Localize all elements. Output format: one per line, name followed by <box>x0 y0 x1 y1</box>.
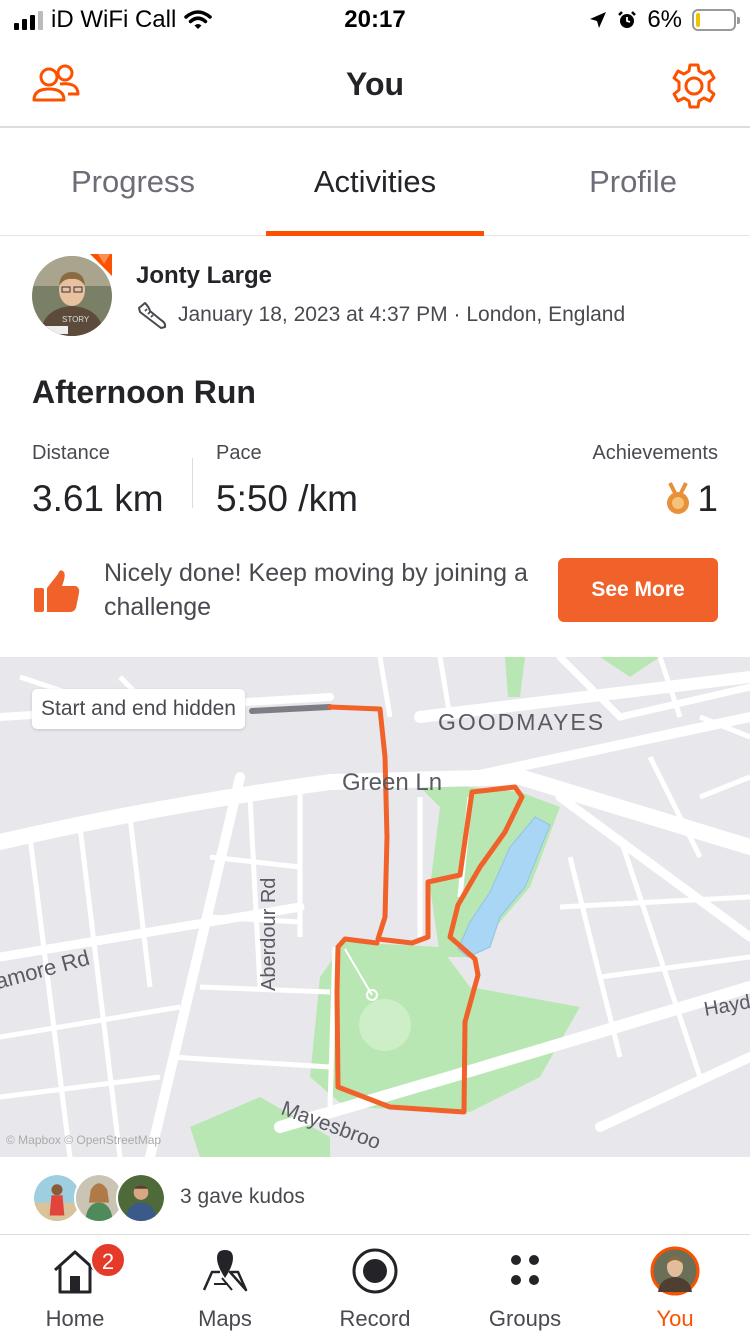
top-header: You <box>0 42 750 128</box>
medal-icon <box>667 482 690 514</box>
tab-progress[interactable]: Progress <box>8 164 258 200</box>
battery-percent: 6% <box>647 6 682 33</box>
map-icon <box>202 1250 248 1292</box>
kudos-count: 3 gave kudos <box>180 1185 305 1208</box>
challenge-prompt: Nicely done! Keep moving by joining a ch… <box>104 559 528 621</box>
activity-date-location: January 18, 2023 at 4:37 PM · London, En… <box>178 303 626 326</box>
nav-groups-label: Groups <box>488 1306 562 1331</box>
nav-home[interactable]: 2 Home <box>0 1236 150 1334</box>
gear-icon[interactable] <box>668 62 720 110</box>
pace-label: Pace <box>216 442 262 464</box>
bottom-nav: 2 Home Maps Record Groups You <box>0 1236 750 1334</box>
svg-text:STORY: STORY <box>62 315 90 324</box>
tab-profile[interactable]: Profile <box>508 164 750 200</box>
tab-bar: Progress Activities Profile <box>0 130 750 236</box>
nav-record-label: Record <box>339 1306 411 1331</box>
pace-value: 5:50 /km <box>216 478 358 519</box>
nav-home-label: Home <box>45 1306 105 1331</box>
status-right: 6% <box>589 6 740 34</box>
groups-icon <box>511 1255 539 1285</box>
map-label-green-ln: Green Ln <box>342 769 443 796</box>
location-arrow-icon <box>590 12 607 28</box>
park-area-south <box>310 942 580 1112</box>
page-title: You <box>345 66 405 102</box>
nav-groups[interactable]: Groups <box>450 1236 600 1334</box>
nav-record[interactable]: Record <box>300 1236 450 1334</box>
distance-value: 3.61 km <box>32 478 164 519</box>
stat-divider <box>192 458 193 508</box>
active-tab-indicator <box>266 231 484 236</box>
map-canvas <box>0 657 750 1157</box>
notification-badge: 2 <box>90 1242 126 1278</box>
nav-maps-label: Maps <box>198 1306 252 1331</box>
battery-icon <box>692 9 740 31</box>
achievements-value: 1 <box>697 478 718 519</box>
activity-meta: January 18, 2023 at 4:37 PM · London, En… <box>136 300 625 330</box>
map-label-aberdour-rd: Aberdour Rd <box>258 877 280 991</box>
achievements-label: Achievements <box>592 442 718 464</box>
route-map[interactable]: Start and end hidden GOODMAYES Green Ln … <box>0 657 750 1157</box>
tab-activities[interactable]: Activities <box>250 164 500 200</box>
thumbs-up-icon <box>34 570 80 612</box>
activity-title[interactable]: Afternoon Run <box>32 374 256 411</box>
map-attribution[interactable]: © Mapbox © OpenStreetMap <box>6 1133 161 1147</box>
distance-label: Distance <box>32 442 110 464</box>
nav-you-label: You <box>656 1306 694 1331</box>
start-end-hidden-label: Start and end hidden <box>32 689 245 729</box>
map-label-goodmayes: GOODMAYES <box>438 709 606 735</box>
nav-you[interactable]: You <box>600 1236 750 1334</box>
see-more-button[interactable]: See More <box>558 558 718 622</box>
achievements-stat: 1 <box>665 478 718 520</box>
nav-maps[interactable]: Maps <box>150 1236 300 1334</box>
shoe-icon <box>138 302 167 329</box>
kudos-row[interactable]: 3 gave kudos <box>0 1157 750 1235</box>
subscriber-badge-icon <box>90 254 112 276</box>
athlete-name[interactable]: Jonty Large <box>136 262 272 290</box>
alarm-icon <box>618 11 637 28</box>
hidden-route-segment <box>249 704 333 714</box>
record-icon <box>352 1248 398 1294</box>
status-bar: iD WiFi Call 20:17 6% <box>0 0 750 42</box>
kudos-avatar <box>116 1173 166 1223</box>
avatar <box>650 1246 700 1296</box>
